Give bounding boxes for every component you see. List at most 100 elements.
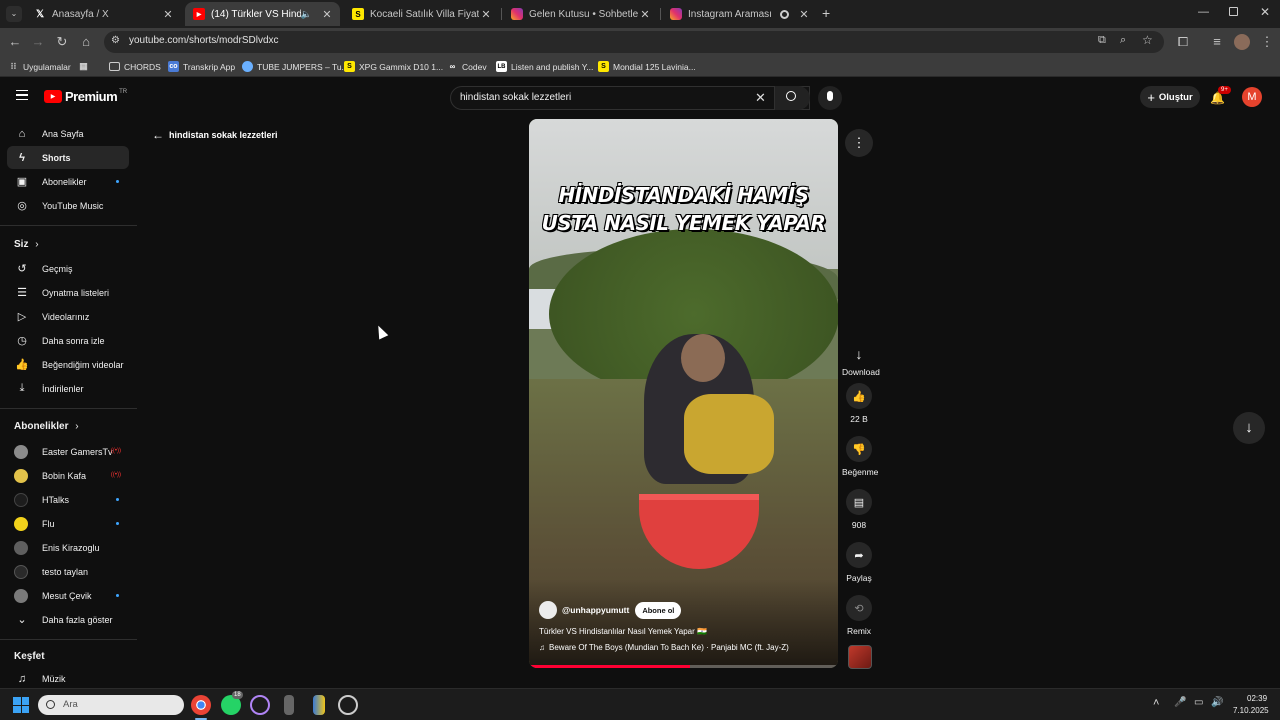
sidebar-item-home[interactable]: ⌂ Ana Sayfa	[7, 122, 129, 145]
close-window-button[interactable]: ✕	[1260, 5, 1270, 19]
search-input[interactable]: hindistan sokak lezzetleri ✕	[450, 86, 810, 110]
tab-x[interactable]: 𝕏 Anasayfa / X ✕	[26, 2, 181, 26]
sidebar-you-header[interactable]: Siz ›	[14, 239, 39, 250]
next-short-button[interactable]: ↓	[1233, 412, 1265, 444]
tab-youtube[interactable]: ▶ (14) Türkler VS Hindistanlıla 🔈 ✕	[185, 2, 340, 26]
sidebar-sub-bobin-kafa[interactable]: Bobin Kafa ((•))	[7, 464, 129, 487]
download-action[interactable]: ↓ Download	[842, 346, 880, 377]
sidebar-item-playlists[interactable]: ☰ Oynatma listeleri	[7, 281, 129, 304]
bookmark-star-icon[interactable]: ☆	[1142, 33, 1153, 47]
close-icon[interactable]: ✕	[320, 8, 334, 21]
close-icon[interactable]: ✕	[638, 8, 652, 21]
maximize-button[interactable]	[1229, 7, 1238, 16]
back-to-search-link[interactable]: ← hindistan sokak lezzetleri	[152, 128, 278, 142]
sidebar-sub-enis-kirazoglu[interactable]: Enis Kirazoglu	[7, 536, 129, 559]
youtube-logo[interactable]: ▶ Premium TR	[44, 89, 127, 104]
notifications-button[interactable]: 🔔 9+	[1210, 86, 1231, 105]
close-icon[interactable]: ✕	[797, 8, 811, 21]
cast-icon[interactable]: ⧉	[1098, 34, 1106, 47]
bookmark-chords-folder[interactable]: CHORDS	[109, 59, 161, 74]
windows-start-icon[interactable]	[13, 697, 29, 713]
short-music-row[interactable]: ♫ Beware Of The Boys (Mundian To Bach Ke…	[539, 643, 789, 652]
tab-instagram-inbox[interactable]: Gelen Kutusu • Sohbetler ✕	[503, 2, 658, 26]
account-avatar[interactable]: M	[1242, 87, 1262, 107]
bookmark-listen[interactable]: LB Listen and publish Y...	[496, 59, 593, 74]
channel-avatar[interactable]	[539, 601, 557, 619]
sidebar-sub-easter-gamerstv[interactable]: Easter GamersTv ((•))	[7, 440, 129, 463]
remix-button[interactable]: ⟲ Remix	[842, 595, 876, 636]
minimize-button[interactable]: —	[1198, 6, 1209, 18]
tray-volume-icon[interactable]: 🔊	[1211, 697, 1223, 708]
tab-search-button[interactable]: ⌄	[6, 6, 22, 22]
like-button[interactable]: 👍 22 B	[842, 383, 876, 424]
bookmark-transkrip[interactable]: co Transkrip App	[168, 59, 235, 74]
reload-button[interactable]: ↻	[53, 33, 71, 51]
forward-button[interactable]: →	[29, 33, 47, 51]
sidebar-item-liked-videos[interactable]: 👍 Beğendiğim videolar	[7, 353, 129, 376]
bookmark-codev[interactable]: ∞ Codev	[447, 59, 487, 74]
chevron-right-icon: ›	[75, 421, 79, 432]
zoom-icon[interactable]: ⌕	[1120, 34, 1126, 47]
sound-thumbnail[interactable]	[848, 645, 872, 669]
speaker-icon[interactable]: 🔈	[301, 9, 312, 20]
profile-avatar[interactable]	[1234, 34, 1250, 50]
sidebar-item-history[interactable]: ↺ Geçmiş	[7, 257, 129, 280]
sidebar-item-label: Daha sonra izle	[42, 335, 105, 346]
more-options-button[interactable]: ⋮	[845, 129, 873, 157]
short-video-player[interactable]: HİNDİSTANDAKİ HAMİŞ USTA NASIL YEMEK YAP…	[529, 119, 838, 668]
tab-sahibinden[interactable]: S Kocaeli Satılık Villa Fiyatları ve V ✕	[344, 2, 499, 26]
app-icon-pen[interactable]	[313, 695, 325, 715]
sidebar-item-watch-later[interactable]: ◷ Daha sonra izle	[7, 329, 129, 352]
progress-bar[interactable]	[529, 665, 838, 668]
close-icon[interactable]: ✕	[161, 8, 175, 21]
sidebar-item-shorts[interactable]: ϟ Shorts	[7, 146, 129, 169]
app-icon-spiral[interactable]	[250, 695, 270, 715]
clock-date[interactable]: 7.10.2025	[1233, 706, 1269, 715]
sidebar-item-downloads[interactable]: ⤓ İndirilenler	[7, 377, 129, 400]
sidebar-subscriptions-header[interactable]: Abonelikler ›	[14, 421, 79, 432]
menu-icon[interactable]: ⋮	[1258, 33, 1276, 51]
sidebar-show-more[interactable]: ⌄ Daha fazla göster	[7, 608, 129, 631]
sidebar-item-music[interactable]: ◎ YouTube Music	[7, 194, 129, 217]
comments-button[interactable]: ▤ 908	[842, 489, 876, 530]
tray-mic-icon[interactable]: 🎤	[1174, 697, 1186, 708]
tab-list-icon[interactable]: ≡	[1208, 33, 1226, 51]
sidebar-sub-testo-taylan[interactable]: testo taylan	[7, 560, 129, 583]
bookmark-xpg[interactable]: S XPG Gammix D10 1...	[344, 59, 443, 74]
share-button[interactable]: ➦ Paylaş	[842, 542, 876, 583]
sidebar-sub-flu[interactable]: Flu	[7, 512, 129, 535]
tab-instagram-search[interactable]: Instagram Araması ✕	[662, 2, 817, 26]
clear-search-icon[interactable]: ✕	[755, 90, 766, 106]
sidebar-sub-htalks[interactable]: HTalks	[7, 488, 129, 511]
home-icon[interactable]: ⌂	[77, 33, 95, 51]
chrome-icon[interactable]	[191, 695, 211, 715]
tray-chevron-up-icon[interactable]: ˄	[1153, 697, 1159, 709]
bookmark-apps[interactable]: ⁝⁝ Uygulamalar	[8, 59, 71, 74]
site-info-icon[interactable]: ⚙	[111, 35, 120, 46]
whatsapp-icon[interactable]: 18	[221, 691, 243, 715]
back-button[interactable]: ←	[6, 33, 24, 51]
app-icon-obs[interactable]	[338, 695, 358, 715]
channel-name[interactable]: @unhappyumutt	[562, 605, 629, 615]
hamburger-menu-icon[interactable]	[16, 90, 28, 100]
bookmark-mondial[interactable]: S Mondial 125 Lavinia...	[598, 59, 696, 74]
sidebar-item-your-videos[interactable]: ▷ Videolarınız	[7, 305, 129, 328]
create-button[interactable]: + Oluştur	[1140, 86, 1200, 108]
voice-search-button[interactable]	[818, 86, 842, 110]
omnibox[interactable]: ⚙ youtube.com/shorts/modrSDlvdxc ⧉ ⌕ ☆	[104, 31, 1164, 53]
search-button[interactable]	[774, 86, 810, 110]
bookmark-chords[interactable]: ▦	[78, 59, 93, 74]
subscribe-button[interactable]: Abone ol	[635, 601, 682, 619]
tray-network-icon[interactable]: ▭	[1194, 697, 1203, 708]
clock-time[interactable]: 02:39	[1247, 694, 1267, 703]
app-icon-usb[interactable]	[284, 695, 294, 715]
taskbar-search-input[interactable]: Ara	[38, 695, 184, 715]
sidebar-sub-mesut-cevik[interactable]: Mesut Çevik	[7, 584, 129, 607]
close-icon[interactable]: ✕	[479, 8, 493, 21]
sidebar-item-music-explore[interactable]: ♫ Müzik	[7, 667, 129, 690]
sidebar-item-subscriptions[interactable]: ▣ Abonelikler	[7, 170, 129, 193]
bookmark-tube-jumpers[interactable]: TUBE JUMPERS – Tu...	[242, 59, 349, 74]
extensions-icon[interactable]: ⧠	[1174, 33, 1192, 51]
dislike-button[interactable]: 👎 Beğenme	[842, 436, 878, 477]
new-tab-button[interactable]: +	[822, 5, 830, 21]
